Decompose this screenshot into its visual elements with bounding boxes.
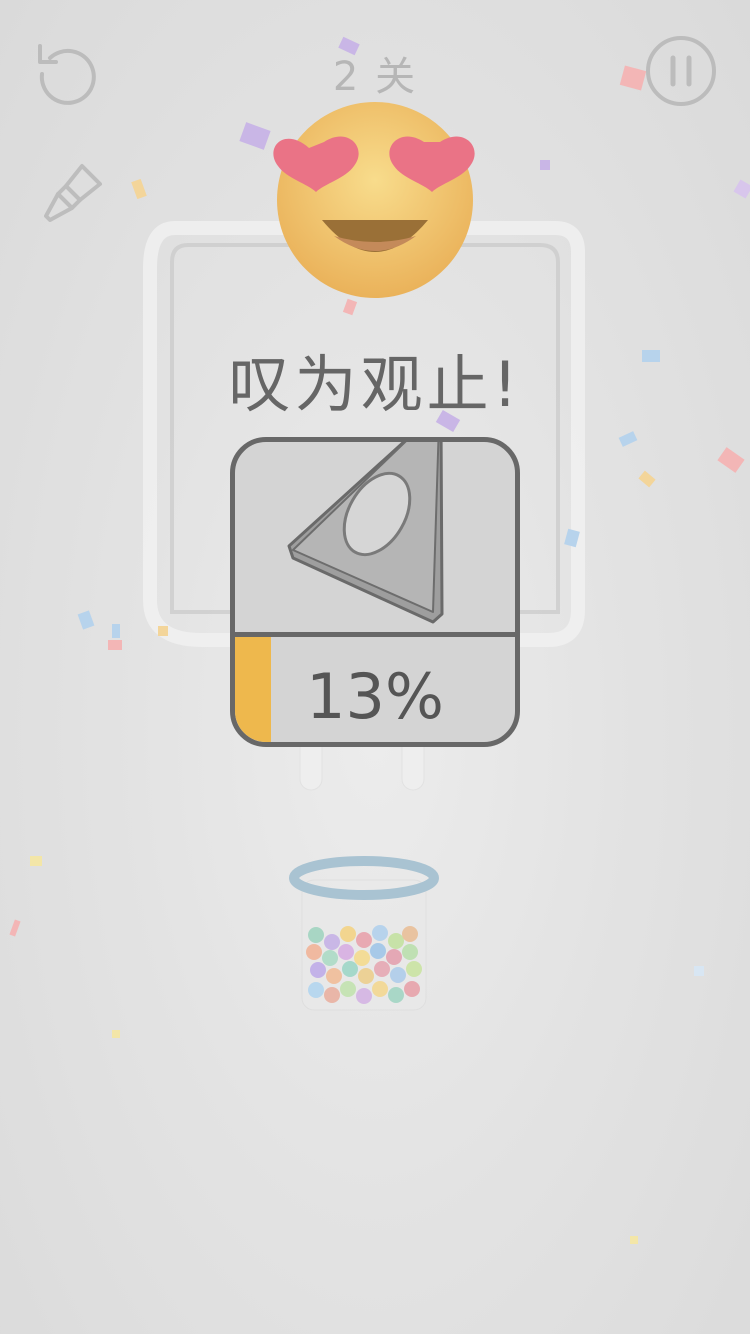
triangle-shape-icon (287, 442, 444, 624)
heart-eyes-emoji-icon (273, 102, 475, 298)
progress-percentage: 13% (306, 660, 444, 733)
result-card: 13% (230, 437, 520, 747)
brush-icon[interactable] (36, 156, 110, 230)
pause-icon[interactable] (644, 34, 718, 108)
level-label: 2 关 (332, 54, 418, 100)
praise-message: 叹为观止! (228, 348, 522, 421)
restart-icon[interactable] (32, 36, 104, 108)
